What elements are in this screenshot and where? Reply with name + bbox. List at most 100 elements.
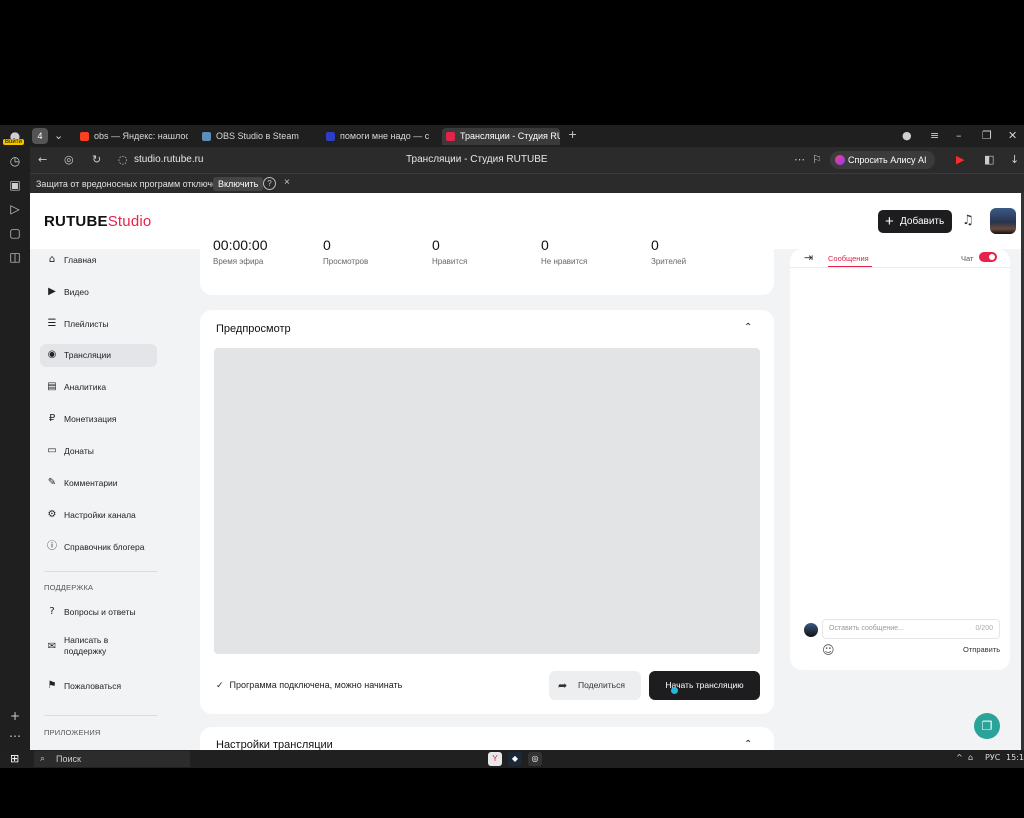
rutube-studio-logo[interactable]: RUTUBEStudio bbox=[44, 213, 151, 230]
sidebar-item-home[interactable]: ⌂ Главная bbox=[40, 249, 157, 272]
sidebar-item-label: Трансляции bbox=[64, 350, 112, 360]
chat-toggle[interactable] bbox=[979, 252, 997, 262]
sidebar-item-video[interactable]: ▶ Видео bbox=[40, 281, 157, 304]
alice-label: Спросить Алису AI bbox=[848, 155, 927, 165]
infobar-text: Защита от вредоносных программ отключена bbox=[36, 179, 228, 189]
more-icon[interactable]: ⋯ bbox=[794, 153, 805, 166]
stat-likes-value: 0 bbox=[432, 237, 440, 253]
share-button[interactable]: ➦ Поделиться bbox=[549, 671, 641, 700]
menu-icon[interactable]: ≡ bbox=[930, 129, 939, 142]
tray-arrow-icon[interactable]: ^ bbox=[956, 753, 963, 762]
search-icon: ⌕ bbox=[40, 754, 46, 764]
stream-preview bbox=[214, 348, 760, 654]
download-icon[interactable]: ↓ bbox=[1010, 153, 1019, 166]
tab-steam[interactable]: OBS Studio в Steam bbox=[198, 128, 310, 145]
steam-app-icon[interactable]: ◆ bbox=[508, 752, 522, 766]
support-chat-icon[interactable]: ❐ bbox=[974, 713, 1000, 739]
chevron-down-icon[interactable]: ⌄ bbox=[54, 129, 63, 142]
tab-rutube-post[interactable]: помоги мне надо — с bbox=[322, 128, 434, 145]
add-button[interactable]: + Добавить bbox=[878, 210, 953, 233]
analytics-icon: ▤ bbox=[47, 381, 57, 392]
sidebar-item-analytics[interactable]: ▤ Аналитика bbox=[40, 376, 157, 399]
emoji-icon[interactable]: ☺ bbox=[822, 643, 835, 657]
alice-button[interactable]: Спросить Алису AI bbox=[830, 151, 935, 169]
yandex-icon bbox=[80, 132, 89, 141]
chevron-up-icon[interactable]: ⌃ bbox=[744, 322, 752, 333]
avatar[interactable] bbox=[990, 208, 1016, 234]
status-text: Программа подключена, можно начинать bbox=[229, 680, 403, 690]
preview-card: Предпросмотр ⌃ ✓ Программа подключена, мо… bbox=[200, 310, 774, 714]
tab-counter-icon[interactable]: ▢ bbox=[7, 225, 23, 241]
sidebar-item-donations[interactable]: ▭ Донаты bbox=[40, 440, 157, 463]
new-tab-button[interactable]: + bbox=[568, 128, 577, 141]
address-bar: ← ◎ ↻ ◌ studio.rutube.ru Трансляции - Ст… bbox=[30, 147, 1024, 173]
url-field[interactable]: studio.rutube.ru bbox=[134, 154, 204, 165]
windows-start-icon[interactable]: ⊞ bbox=[10, 753, 22, 765]
bell-icon[interactable]: ♫ bbox=[962, 213, 974, 228]
send-button[interactable]: Отправить bbox=[963, 645, 1000, 654]
question-icon: ? bbox=[49, 606, 55, 617]
sidebar-item-playlists[interactable]: ☰ Плейлисты bbox=[40, 313, 157, 336]
sidebar-item-faq[interactable]: ? Вопросы и ответы bbox=[40, 601, 157, 624]
sidebar: ⌂ Главная ▶ Видео ☰ Плейлисты ◉ Трансляции ▤… bbox=[30, 249, 170, 750]
protect-icon[interactable]: ◎ bbox=[64, 153, 74, 166]
sidebar-item-channel-settings[interactable]: ⚙ Настройки канала bbox=[40, 504, 157, 527]
rail-add-icon[interactable]: + bbox=[7, 708, 23, 724]
divider bbox=[44, 571, 157, 572]
extensions-icon[interactable]: ◧ bbox=[984, 153, 994, 166]
stat-dislikes-label: Не нравится bbox=[541, 257, 588, 266]
sidebar-item-monetization[interactable]: ₽ Монетизация bbox=[40, 408, 157, 431]
screen: ● Войти ◷ ▣ ▷ ▢ ◫ + ⋯ 4 ⌄ obs — Яндекс: … bbox=[0, 125, 1024, 768]
share-icon: ➦ bbox=[558, 679, 568, 692]
video-icon: ▶ bbox=[48, 286, 56, 297]
chat-message-input[interactable]: Оставить сообщение... 0/200 bbox=[822, 619, 1000, 639]
taskbar-search[interactable]: ⌕ Поиск bbox=[34, 751, 190, 767]
tab-counter[interactable]: 4 bbox=[32, 128, 48, 144]
settings-card: Настройки трансляции ⌃ bbox=[200, 727, 774, 750]
settings-title[interactable]: Настройки трансляции bbox=[216, 739, 333, 750]
input-language[interactable]: РУС bbox=[985, 753, 1000, 762]
tab-yandex[interactable]: obs — Яндекс: нашлось 5 bbox=[76, 128, 188, 145]
chevron-up-icon[interactable]: ⌃ bbox=[744, 739, 752, 750]
sidebar-item-contact-support[interactable]: ✉ Написать в поддержку bbox=[40, 631, 157, 663]
reload-icon[interactable]: ↻ bbox=[92, 153, 101, 166]
stat-likes-label: Нравится bbox=[432, 257, 468, 266]
obs-app-icon[interactable]: ◎ bbox=[528, 752, 542, 766]
page-title-display: Трансляции - Студия RUTUBE bbox=[406, 154, 548, 165]
wallet-icon: ▭ bbox=[47, 445, 57, 456]
plus-icon: + bbox=[885, 213, 894, 230]
profile-login-label[interactable]: Войти bbox=[3, 139, 24, 145]
help-icon[interactable]: ? bbox=[263, 177, 276, 190]
studio-page: RUTUBEStudio + Добавить ♫ ⌂ Главная ▶ Видео… bbox=[30, 193, 1021, 750]
sidebar-item-report[interactable]: ⚑ Пожаловаться bbox=[40, 675, 157, 698]
tab-rutube-studio[interactable]: Трансляции - Студия RUTUBE bbox=[442, 128, 560, 145]
clock[interactable]: 15:19 bbox=[1006, 753, 1024, 762]
sidebar-item-comments[interactable]: ✎ Комментарии bbox=[40, 472, 157, 495]
maximize-icon[interactable]: ❐ bbox=[982, 129, 992, 142]
media-icon[interactable]: ▷ bbox=[7, 201, 23, 217]
rail-more-icon[interactable]: ⋯ bbox=[7, 728, 23, 744]
tray-network-icon[interactable]: ⌂ bbox=[968, 753, 973, 762]
sidebar-item-blogger-guide[interactable]: ⓘ Справочник блогера bbox=[40, 536, 157, 559]
collapse-chat-icon[interactable]: ⇥ bbox=[804, 251, 813, 264]
close-window-icon[interactable]: ✕ bbox=[1008, 129, 1017, 142]
support-heading: ПОДДЕРЖКА bbox=[44, 583, 94, 592]
tab-label: obs — Яндекс: нашлось 5 bbox=[94, 131, 188, 141]
tab-messages[interactable]: Сообщения bbox=[828, 254, 869, 263]
back-icon[interactable]: ← bbox=[38, 153, 47, 166]
enable-protection-button[interactable]: Включить bbox=[213, 177, 264, 191]
youtube-icon[interactable]: ▶ bbox=[956, 153, 964, 166]
camera-icon[interactable]: ◫ bbox=[7, 249, 23, 265]
tab-label: Трансляции - Студия RUTUBE bbox=[460, 131, 560, 141]
close-infobar-icon[interactable]: × bbox=[284, 177, 290, 188]
collections-icon[interactable]: ▣ bbox=[7, 177, 23, 193]
account-icon[interactable]: ● bbox=[902, 129, 912, 142]
bookmark-icon[interactable]: ⚐ bbox=[812, 153, 822, 166]
check-icon: ✓ bbox=[216, 681, 224, 691]
start-stream-button[interactable]: Начать трансляцию bbox=[649, 671, 760, 700]
yandex-browser-icon[interactable]: Y bbox=[488, 752, 502, 766]
history-icon[interactable]: ◷ bbox=[7, 153, 23, 169]
minimize-icon[interactable]: – bbox=[956, 129, 962, 142]
browser-side-rail: ● Войти ◷ ▣ ▷ ▢ ◫ + ⋯ bbox=[0, 125, 30, 750]
sidebar-item-streams[interactable]: ◉ Трансляции bbox=[40, 344, 157, 367]
